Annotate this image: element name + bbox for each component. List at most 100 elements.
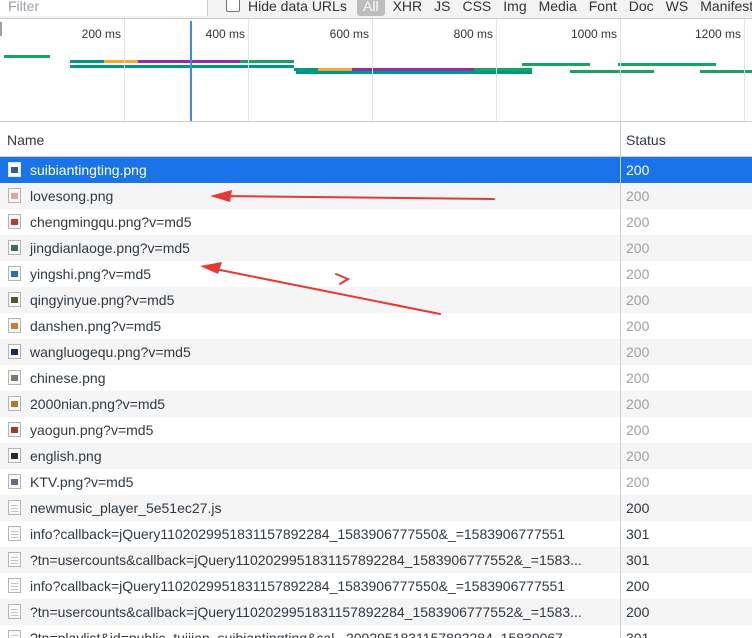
overview-tick-label: 200 ms [81,27,121,41]
table-row[interactable]: qingyinyue.png?v=md5 200 [0,287,752,313]
request-status: 200 [626,474,650,490]
waterfall-bar [70,60,104,63]
waterfall-bar [104,60,138,63]
overview-gridline [248,19,249,121]
request-status: 301 [626,630,650,638]
status-column-header[interactable]: Status [626,122,666,156]
table-row[interactable]: suibiantingting.png 200 [0,157,752,183]
waterfall-bar [352,68,474,71]
request-status: 200 [626,396,650,412]
network-filter-toolbar: Filter Hide data URLs All XHR JS CSS Img Medi… [0,0,752,19]
request-status: 301 [626,552,650,568]
table-header: Name Status [0,122,752,157]
table-row[interactable]: newmusic_player_5e51ec27.js 200 [0,495,752,521]
overview-gridline [744,19,745,121]
request-name[interactable]: english.png [0,443,620,469]
request-name[interactable]: wangluogequ.png?v=md5 [0,339,620,365]
table-row[interactable]: jingdianlaoge.png?v=md5 200 [0,235,752,261]
request-status: 200 [626,604,650,620]
request-name[interactable]: 2000nian.png?v=md5 [0,391,620,417]
waterfall-bar [318,68,352,71]
table-row[interactable]: KTV.png?v=md5 200 [0,469,752,495]
request-name[interactable]: ?tn=usercounts&callback=jQuery1102029951… [0,599,620,625]
request-status: 200 [626,422,650,438]
request-status: 200 [626,370,650,386]
request-status: 200 [626,344,650,360]
overview-tick-label: 1000 ms [570,27,617,41]
request-name[interactable]: suibiantingting.png [0,157,620,183]
table-row[interactable]: ?tn=usercounts&callback=jQuery1102029951… [0,547,752,573]
column-separator[interactable] [620,122,621,638]
table-row[interactable]: ?tn=usercounts&callback=jQuery1102029951… [0,599,752,625]
type-filter-all[interactable]: All [357,0,385,16]
waterfall-bar [474,68,532,71]
waterfall-bar [618,63,716,66]
request-rows: suibiantingting.png 200 lovesong.png 200 che… [0,157,752,638]
type-filter-css[interactable]: CSS [458,0,495,16]
hide-data-urls-checkbox[interactable]: Hide data URLs [226,0,347,16]
request-name[interactable]: chengmingqu.png?v=md5 [0,209,620,235]
overview-gridline [372,19,373,121]
request-name[interactable]: chinese.png [0,365,620,391]
type-filter-manifest[interactable]: Manifest [696,0,752,16]
overview-tick-label: 600 ms [329,27,369,41]
request-name[interactable]: yingshi.png?v=md5 [0,261,620,287]
waterfall-bar [138,60,240,63]
request-status: 200 [626,188,650,204]
request-status: 200 [626,240,650,256]
request-name[interactable]: jingdianlaoge.png?v=md5 [0,235,620,261]
request-status: 200 [626,214,650,230]
table-row[interactable]: danshen.png?v=md5 200 [0,313,752,339]
table-row[interactable]: 2000nian.png?v=md5 200 [0,391,752,417]
waterfall-bar [522,63,590,66]
checkbox-icon[interactable] [226,0,240,12]
type-filter-font[interactable]: Font [585,0,621,16]
request-name[interactable]: ?tn=playlist&id=public_tuijian_suibianti… [0,625,620,638]
dom-content-loaded-line [190,21,192,121]
type-filter-js[interactable]: JS [430,0,454,16]
type-filter-media[interactable]: Media [535,0,581,16]
type-filter-xhr[interactable]: XHR [389,0,427,16]
table-row[interactable]: chengmingqu.png?v=md5 200 [0,209,752,235]
request-name[interactable]: ?tn=usercounts&callback=jQuery1102029951… [0,547,620,573]
request-name[interactable]: danshen.png?v=md5 [0,313,620,339]
overview-tick-label: 1200 ms [694,27,741,41]
table-row[interactable]: info?callback=jQuery11020299518311578922… [0,573,752,599]
network-request-table: Name Status suibiantingting.png 200 loveso… [0,122,752,638]
request-name[interactable]: info?callback=jQuery11020299518311578922… [0,521,620,547]
request-status: 200 [626,500,650,516]
name-column-header[interactable]: Name [7,122,44,156]
hide-data-urls-label: Hide data URLs [248,0,347,14]
waterfall-bar [294,68,318,71]
type-filter-doc[interactable]: Doc [625,0,658,16]
network-overview-timeline[interactable]: 200 ms 400 ms 600 ms 800 ms 1000 ms 1200 ms [0,19,752,122]
request-status: 200 [626,578,650,594]
request-name[interactable]: lovesong.png [0,183,620,209]
waterfall-bar [570,70,654,73]
table-row[interactable]: wangluogequ.png?v=md5 200 [0,339,752,365]
request-name[interactable]: yaogun.png?v=md5 [0,417,620,443]
type-filter-ws[interactable]: WS [662,0,693,16]
table-row[interactable]: chinese.png 200 [0,365,752,391]
overview-tick-label: 400 ms [205,27,245,41]
overview-gridline [620,19,621,121]
request-status: 301 [626,526,650,542]
request-status: 200 [626,162,650,178]
request-status: 200 [626,448,650,464]
request-name[interactable]: KTV.png?v=md5 [0,469,620,495]
request-name[interactable]: qingyinyue.png?v=md5 [0,287,620,313]
request-name[interactable]: info?callback=jQuery11020299518311578922… [0,573,620,599]
request-status: 200 [626,266,650,282]
table-row[interactable]: english.png 200 [0,443,752,469]
table-row[interactable]: yingshi.png?v=md5 200 [0,261,752,287]
resource-type-filters: All XHR JS CSS Img Media Font Doc WS Manifest [356,0,752,16]
request-name[interactable]: newmusic_player_5e51ec27.js [0,495,620,521]
table-row[interactable]: lovesong.png 200 [0,183,752,209]
filter-input[interactable]: Filter [0,0,208,16]
type-filter-img[interactable]: Img [499,0,530,16]
table-row[interactable]: yaogun.png?v=md5 200 [0,417,752,443]
table-row[interactable]: info?callback=jQuery11020299518311578922… [0,521,752,547]
table-row[interactable]: ?tn=playlist&id=public_tuijian_suibianti… [0,625,752,638]
request-status: 200 [626,318,650,334]
waterfall-bar [70,65,294,68]
